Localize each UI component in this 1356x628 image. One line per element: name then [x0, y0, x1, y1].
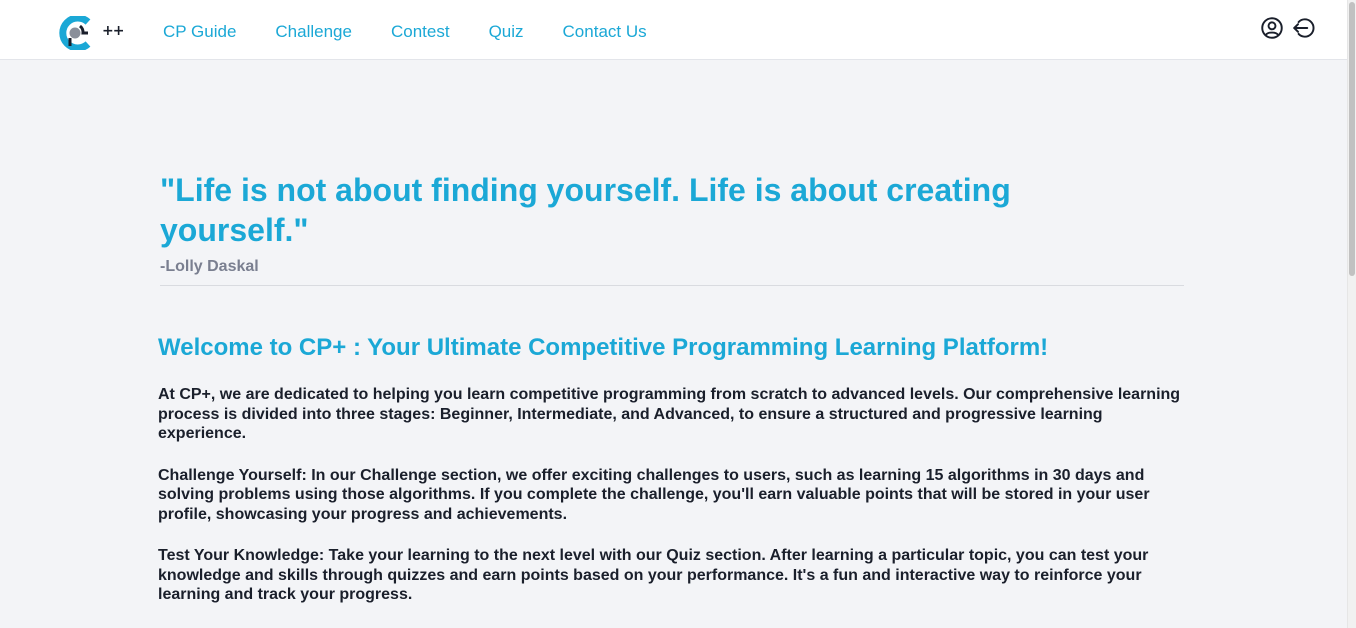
nav-link-challenge[interactable]: Challenge: [275, 22, 352, 42]
logo-plus-text: ++: [102, 23, 124, 39]
logout-icon[interactable]: [1291, 15, 1317, 41]
nav-link-cp-guide[interactable]: CP Guide: [163, 22, 236, 42]
intro-paragraph: At CP+, we are dedicated to helping you …: [158, 386, 1181, 442]
nav-link-contact-us[interactable]: Contact Us: [563, 22, 647, 42]
quiz-paragraph: Test Your Knowledge: Take your learning …: [158, 547, 1149, 603]
nav-link-quiz[interactable]: Quiz: [489, 22, 524, 42]
cp-logo[interactable]: ++: [58, 15, 128, 51]
quote-text: "Life is not about finding yourself. Lif…: [160, 172, 1011, 248]
main-nav: CP Guide Challenge Contest Quiz Contact …: [163, 22, 686, 42]
nav-actions: [1259, 15, 1317, 41]
scrollbar-thumb[interactable]: [1349, 2, 1355, 276]
welcome-title: Welcome to CP+ : Your Ultimate Competiti…: [158, 334, 1049, 361]
challenge-paragraph: Challenge Yourself: In our Challenge sec…: [158, 466, 1150, 523]
cp-logo-icon: [59, 16, 91, 50]
welcome-section: Welcome to CP+ : Your Ultimate Competiti…: [158, 333, 1188, 605]
quote-author: -Lolly Daskal: [160, 258, 1184, 286]
nav-link-contest[interactable]: Contest: [391, 22, 450, 42]
quote-section: "Life is not about finding yourself. Lif…: [160, 170, 1184, 286]
page-scrollbar[interactable]: [1347, 0, 1356, 628]
user-circle-icon[interactable]: [1259, 15, 1285, 41]
top-navbar: ++ CP Guide Challenge Contest Quiz Conta…: [0, 0, 1347, 60]
